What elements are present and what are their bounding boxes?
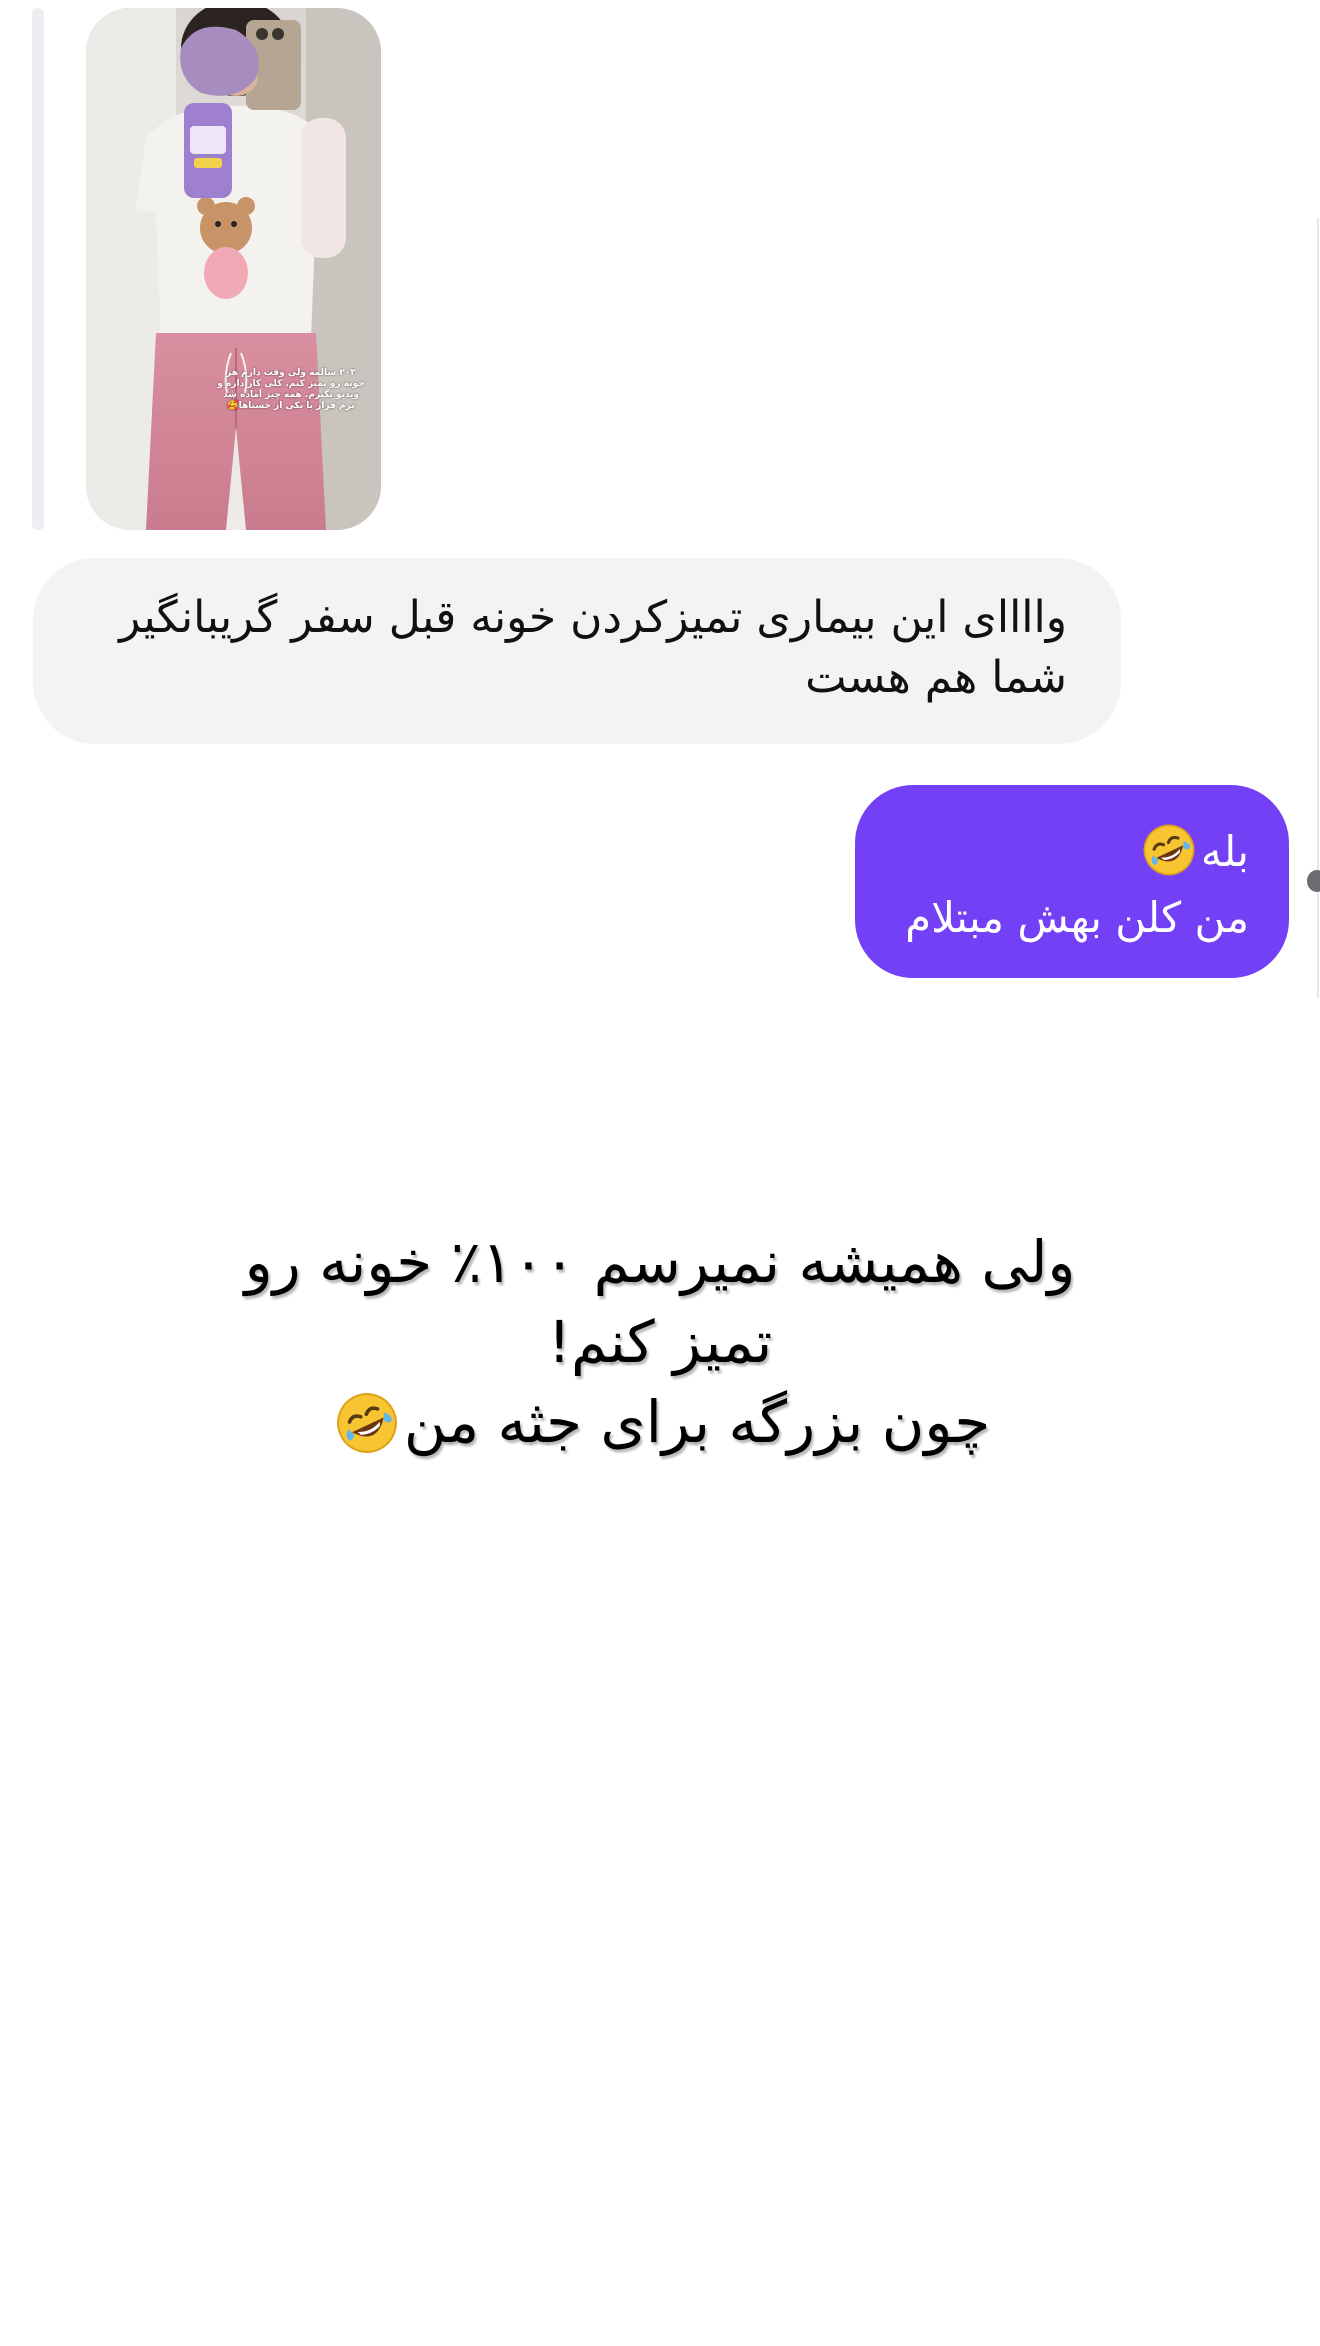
story-overlay-text: ولی همیشه نمیرسم ۱۰۰٪ خونه رو تمیز کنم! …	[160, 1222, 1160, 1462]
replied-story-thumbnail[interactable]: ۲۰۳ سالمه ولی وقت دارم هر خونه رو تمیز ک…	[86, 8, 381, 530]
rolling-on-floor-laughing-icon	[1141, 822, 1197, 878]
incoming-message-text: واااای این بیماری تمیزکردن خونه قبل سفر …	[119, 592, 1067, 703]
rolling-on-floor-laughing-icon	[334, 1390, 400, 1456]
overlay-line1: ولی همیشه نمیرسم ۱۰۰٪ خونه رو	[244, 1228, 1076, 1296]
overlay-line3: چون بزرگه برای جثه من	[403, 1388, 991, 1456]
message-status-dot	[1307, 870, 1320, 892]
reply-quote-bar	[32, 8, 44, 530]
outgoing-message-line1: بله	[1200, 827, 1249, 876]
story-caption: ۲۰۳ سالمه ولی وقت دارم هر خونه رو تمیز ک…	[217, 368, 365, 411]
outgoing-message-bubble[interactable]: بله من کلن بهش مبتلام	[855, 785, 1289, 978]
incoming-message-bubble[interactable]: واااای این بیماری تمیزکردن خونه قبل سفر …	[33, 558, 1121, 744]
overlay-line2: تمیز کنم!	[547, 1308, 773, 1376]
story-photo	[86, 8, 381, 530]
outgoing-message-line2: من کلن بهش مبتلام	[905, 893, 1249, 942]
